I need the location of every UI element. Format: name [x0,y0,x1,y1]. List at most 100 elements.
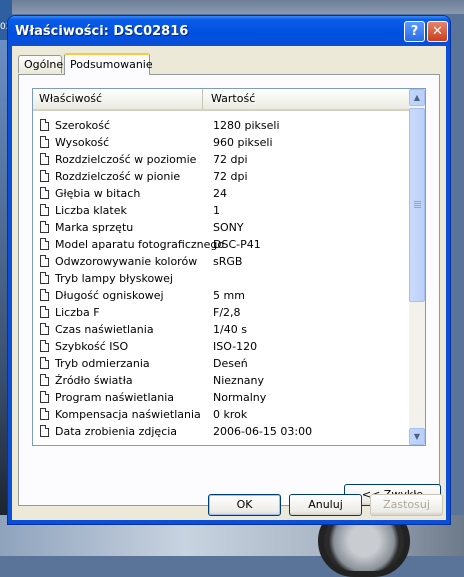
document-icon [40,255,49,267]
property-value: ISO-120 [213,340,258,353]
list-item[interactable]: Wysokość 960 pikseli [33,134,409,151]
property-value: 0 krok [213,408,248,421]
property-value: Nieznany [213,374,265,387]
list-body: Szerokość 1280 pikseli Wysokość 960 piksel… [33,117,409,440]
list-item[interactable]: Liczba klatek 1 [33,202,409,219]
document-icon [40,119,49,131]
cancel-button[interactable]: Anuluj [289,494,362,516]
property-value: 5 mm [213,289,245,302]
property-value: 1 [213,204,220,217]
property-name: Liczba klatek [55,204,127,217]
list-item[interactable]: Szybkość ISO ISO-120 [33,338,409,355]
document-icon [40,136,49,148]
list-item[interactable]: Głębia w bitach 24 [33,185,409,202]
property-name: Wysokość [55,136,110,149]
list-item[interactable]: Źródło światła Nieznany [33,372,409,389]
property-value: 24 [213,187,227,200]
document-icon [40,221,49,233]
list-item[interactable]: Liczba F F/2,8 [33,304,409,321]
property-value: 72 dpi [213,153,248,166]
property-name: Szerokość [55,119,111,132]
list-item[interactable]: Marka sprzętu SONY [33,219,409,236]
property-name: Rozdzielczość w pionie [55,170,181,183]
tab-general[interactable]: Ogólne [18,55,63,73]
help-icon: ? [410,24,419,39]
tab-summary[interactable]: Podsumowanie [64,53,153,75]
document-icon [40,238,49,250]
property-value: 2006-06-15 03:00 [213,425,313,438]
property-value: Deseń [213,357,248,370]
close-button[interactable]: ✕ [427,21,448,42]
summary-panel: Właściwość Wartość Szerokość 1280 pikseli… [18,74,441,506]
list-item[interactable]: Model aparatu fotograficznego DSC-P41 [33,236,409,253]
property-name: Tryb odmierzania [55,357,150,370]
property-value: 72 dpi [213,170,248,183]
scroll-up-button[interactable]: ▲ [409,89,425,106]
properties-dialog: Właściwości: DSC02816 ? ✕ Ogólne Podsumo… [8,16,450,524]
apply-button[interactable]: Zastosuj [370,494,443,516]
chevron-up-icon: ▲ [413,93,421,102]
list-item[interactable]: Tryb lampy błyskowej [33,270,409,287]
list-item[interactable]: Szerokość 1280 pikseli [33,117,409,134]
desktop-background [12,0,464,14]
property-value: DSC-P41 [213,238,261,251]
property-value: F/2,8 [213,306,241,319]
property-value: SONY [213,221,244,234]
list-item[interactable]: Rozdzielczość w pionie 72 dpi [33,168,409,185]
property-value: Normalny [213,391,267,404]
document-icon [40,323,49,335]
document-icon [40,170,49,182]
property-name: Liczba F [55,306,100,319]
list-item[interactable]: Data zrobienia zdjęcia 2006-06-15 03:00 [33,423,409,440]
document-icon [40,204,49,216]
property-value: 960 pikseli [213,136,273,149]
scroll-thumb[interactable] [409,108,425,302]
document-icon [40,391,49,403]
chevron-down-icon: ▼ [413,432,421,441]
list-item[interactable]: Długość ogniskowej 5 mm [33,287,409,304]
property-name: Kompensacja naświetlania [55,408,201,421]
property-value: sRGB [213,255,243,268]
close-icon: ✕ [432,24,443,39]
property-name: Głębia w bitach [55,187,141,200]
property-name: Data zrobienia zdjęcia [55,425,178,438]
property-name: Szybkość ISO [55,340,129,353]
vertical-scrollbar[interactable]: ▲ ▼ [409,89,425,445]
dialog-client-area: Ogólne Podsumowanie Właściwość Wartość S… [12,46,446,520]
property-name: Rozdzielczość w poziomie [55,153,197,166]
document-icon [40,425,49,437]
list-item[interactable]: Czas naświetlania 1/40 s [33,321,409,338]
list-item[interactable]: Program naświetlania Normalny [33,389,409,406]
property-name: Model aparatu fotograficznego [55,238,225,251]
column-header-property[interactable]: Właściwość [33,89,203,109]
document-icon [40,289,49,301]
list-item[interactable]: Tryb odmierzania Deseń [33,355,409,372]
document-icon [40,374,49,386]
list-item[interactable]: Rozdzielczość w poziomie 72 dpi [33,151,409,168]
document-icon [40,306,49,318]
document-icon [40,357,49,369]
property-name: Czas naświetlania [55,323,154,336]
scroll-down-button[interactable]: ▼ [409,428,425,445]
property-value: 1280 pikseli [213,119,280,132]
title-bar[interactable]: Właściwości: DSC02816 ? ✕ [8,16,450,46]
list-header: Właściwość Wartość [33,89,409,111]
help-button[interactable]: ? [404,21,425,42]
column-header-value[interactable]: Wartość [205,89,415,109]
properties-list[interactable]: Właściwość Wartość Szerokość 1280 pikseli… [32,88,426,446]
list-item[interactable]: Odwzorowywanie kolorów sRGB [33,253,409,270]
property-name: Długość ogniskowej [55,289,164,302]
document-icon [40,272,49,284]
property-name: Źródło światła [55,374,133,387]
ok-button[interactable]: OK [208,494,281,516]
property-name: Program naświetlania [55,391,175,404]
property-name: Odwzorowywanie kolorów [55,255,198,268]
list-item[interactable]: Kompensacja naświetlania 0 krok [33,406,409,423]
document-icon [40,153,49,165]
grip-icon [414,201,421,209]
document-icon [40,408,49,420]
document-icon [40,340,49,352]
document-icon [40,187,49,199]
property-name: Tryb lampy błyskowej [55,272,173,285]
property-name: Marka sprzętu [55,221,134,234]
